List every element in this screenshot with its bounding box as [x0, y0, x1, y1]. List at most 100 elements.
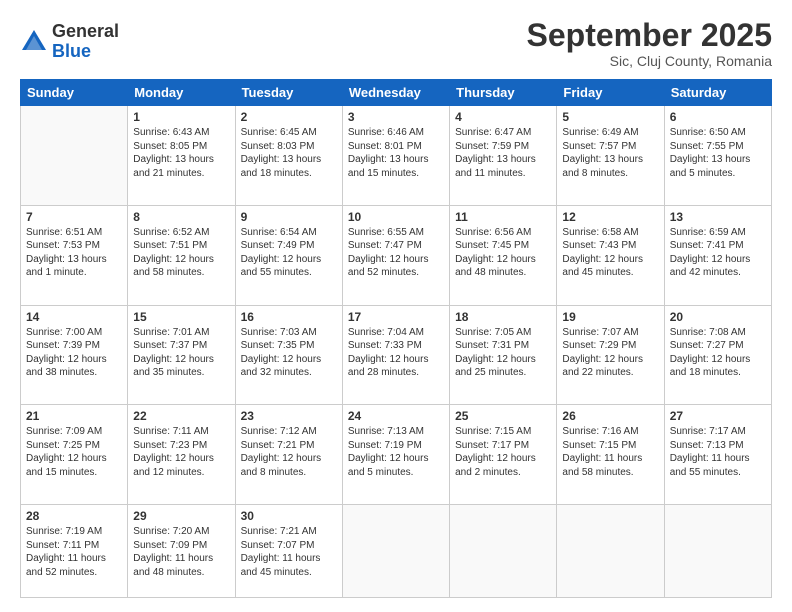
header-wednesday: Wednesday — [342, 80, 449, 106]
day-number: 2 — [241, 110, 337, 124]
week-row-1: 1Sunrise: 6:43 AM Sunset: 8:05 PM Daylig… — [21, 106, 772, 206]
calendar-cell — [450, 505, 557, 598]
logo-blue: Blue — [52, 42, 119, 62]
week-row-3: 14Sunrise: 7:00 AM Sunset: 7:39 PM Dayli… — [21, 305, 772, 405]
day-info: Sunrise: 6:51 AM Sunset: 7:53 PM Dayligh… — [26, 226, 122, 280]
day-number: 29 — [133, 509, 229, 523]
week-row-5: 28Sunrise: 7:19 AM Sunset: 7:11 PM Dayli… — [21, 505, 772, 598]
day-number: 4 — [455, 110, 551, 124]
logo-text: General Blue — [52, 22, 119, 62]
calendar-cell: 5 Sunrise: 6:49 AM Sunset: 7:57 PM Daylig… — [557, 106, 664, 206]
calendar-cell: 15Sunrise: 7:01 AM Sunset: 7:37 PM Dayli… — [128, 305, 235, 405]
day-info: Sunrise: 7:21 AM Sunset: 7:07 PM Dayligh… — [241, 525, 337, 579]
day-info: Sunrise: 7:12 AM Sunset: 7:21 PM Dayligh… — [241, 425, 337, 479]
day-number: 16 — [241, 310, 337, 324]
day-number: 18 — [455, 310, 551, 324]
calendar-cell — [557, 505, 664, 598]
header-monday: Monday — [128, 80, 235, 106]
calendar-cell: 21 Sunrise: 7:09 AM Sunset: 7:25 PM Dayli… — [21, 405, 128, 505]
calendar-cell: 26Sunrise: 7:16 AM Sunset: 7:15 PM Dayli… — [557, 405, 664, 505]
title-block: September 2025 Sic, Cluj County, Romania — [527, 18, 772, 69]
header-saturday: Saturday — [664, 80, 771, 106]
day-number: 11 — [455, 210, 551, 224]
header-sunday: Sunday — [21, 80, 128, 106]
location: Sic, Cluj County, Romania — [527, 53, 772, 69]
day-info: Sunrise: 6:54 AM Sunset: 7:49 PM Dayligh… — [241, 226, 337, 280]
day-info: Sunrise: 6:50 AM Sunset: 7:55 PM Dayligh… — [670, 126, 766, 180]
calendar-table: Sunday Monday Tuesday Wednesday Thursday… — [20, 79, 772, 598]
day-info: Sunrise: 7:09 AM Sunset: 7:25 PM Dayligh… — [26, 425, 122, 479]
calendar-cell: 24Sunrise: 7:13 AM Sunset: 7:19 PM Dayli… — [342, 405, 449, 505]
day-info: Sunrise: 7:03 AM Sunset: 7:35 PM Dayligh… — [241, 326, 337, 380]
calendar-cell: 17Sunrise: 7:04 AM Sunset: 7:33 PM Dayli… — [342, 305, 449, 405]
header-thursday: Thursday — [450, 80, 557, 106]
day-number: 13 — [670, 210, 766, 224]
day-number: 19 — [562, 310, 658, 324]
calendar-cell: 9 Sunrise: 6:54 AM Sunset: 7:49 PM Daylig… — [235, 205, 342, 305]
day-number: 7 — [26, 210, 122, 224]
day-info: Sunrise: 6:59 AM Sunset: 7:41 PM Dayligh… — [670, 226, 766, 280]
day-number: 25 — [455, 409, 551, 423]
day-info: Sunrise: 7:08 AM Sunset: 7:27 PM Dayligh… — [670, 326, 766, 380]
calendar-cell: 7 Sunrise: 6:51 AM Sunset: 7:53 PM Daylig… — [21, 205, 128, 305]
day-info: Sunrise: 7:07 AM Sunset: 7:29 PM Dayligh… — [562, 326, 658, 380]
day-info: Sunrise: 6:55 AM Sunset: 7:47 PM Dayligh… — [348, 226, 444, 280]
calendar-cell: 3Sunrise: 6:46 AM Sunset: 8:01 PM Daylig… — [342, 106, 449, 206]
calendar-cell: 2 Sunrise: 6:45 AM Sunset: 8:03 PM Daylig… — [235, 106, 342, 206]
calendar-cell: 12 Sunrise: 6:58 AM Sunset: 7:43 PM Dayli… — [557, 205, 664, 305]
header-tuesday: Tuesday — [235, 80, 342, 106]
day-number: 23 — [241, 409, 337, 423]
day-info: Sunrise: 6:43 AM Sunset: 8:05 PM Dayligh… — [133, 126, 229, 180]
week-row-2: 7 Sunrise: 6:51 AM Sunset: 7:53 PM Daylig… — [21, 205, 772, 305]
calendar-cell: 14Sunrise: 7:00 AM Sunset: 7:39 PM Dayli… — [21, 305, 128, 405]
calendar-cell — [342, 505, 449, 598]
calendar-cell: 30 Sunrise: 7:21 AM Sunset: 7:07 PM Dayli… — [235, 505, 342, 598]
logo-icon — [20, 28, 48, 56]
day-info: Sunrise: 6:58 AM Sunset: 7:43 PM Dayligh… — [562, 226, 658, 280]
day-number: 10 — [348, 210, 444, 224]
calendar-cell: 28Sunrise: 7:19 AM Sunset: 7:11 PM Dayli… — [21, 505, 128, 598]
day-number: 28 — [26, 509, 122, 523]
day-number: 15 — [133, 310, 229, 324]
calendar-cell — [21, 106, 128, 206]
day-number: 21 — [26, 409, 122, 423]
calendar-cell: 18 Sunrise: 7:05 AM Sunset: 7:31 PM Dayli… — [450, 305, 557, 405]
calendar-cell: 23 Sunrise: 7:12 AM Sunset: 7:21 PM Dayli… — [235, 405, 342, 505]
calendar-cell: 11 Sunrise: 6:56 AM Sunset: 7:45 PM Dayli… — [450, 205, 557, 305]
calendar-cell: 1Sunrise: 6:43 AM Sunset: 8:05 PM Daylig… — [128, 106, 235, 206]
day-number: 20 — [670, 310, 766, 324]
calendar-cell: 20 Sunrise: 7:08 AM Sunset: 7:27 PM Dayli… — [664, 305, 771, 405]
header-friday: Friday — [557, 80, 664, 106]
day-info: Sunrise: 6:49 AM Sunset: 7:57 PM Dayligh… — [562, 126, 658, 180]
day-info: Sunrise: 6:45 AM Sunset: 8:03 PM Dayligh… — [241, 126, 337, 180]
day-info: Sunrise: 7:00 AM Sunset: 7:39 PM Dayligh… — [26, 326, 122, 380]
day-number: 3 — [348, 110, 444, 124]
day-number: 12 — [562, 210, 658, 224]
day-info: Sunrise: 7:20 AM Sunset: 7:09 PM Dayligh… — [133, 525, 229, 579]
day-number: 30 — [241, 509, 337, 523]
day-number: 5 — [562, 110, 658, 124]
calendar-cell: 10 Sunrise: 6:55 AM Sunset: 7:47 PM Dayli… — [342, 205, 449, 305]
calendar-cell: 6 Sunrise: 6:50 AM Sunset: 7:55 PM Daylig… — [664, 106, 771, 206]
day-info: Sunrise: 6:56 AM Sunset: 7:45 PM Dayligh… — [455, 226, 551, 280]
day-info: Sunrise: 7:05 AM Sunset: 7:31 PM Dayligh… — [455, 326, 551, 380]
day-info: Sunrise: 7:15 AM Sunset: 7:17 PM Dayligh… — [455, 425, 551, 479]
day-number: 26 — [562, 409, 658, 423]
day-number: 9 — [241, 210, 337, 224]
calendar-cell: 27Sunrise: 7:17 AM Sunset: 7:13 PM Dayli… — [664, 405, 771, 505]
day-info: Sunrise: 7:17 AM Sunset: 7:13 PM Dayligh… — [670, 425, 766, 479]
calendar-cell: 8 Sunrise: 6:52 AM Sunset: 7:51 PM Daylig… — [128, 205, 235, 305]
day-number: 8 — [133, 210, 229, 224]
logo-general: General — [52, 22, 119, 42]
day-info: Sunrise: 6:52 AM Sunset: 7:51 PM Dayligh… — [133, 226, 229, 280]
week-row-4: 21 Sunrise: 7:09 AM Sunset: 7:25 PM Dayli… — [21, 405, 772, 505]
day-info: Sunrise: 7:13 AM Sunset: 7:19 PM Dayligh… — [348, 425, 444, 479]
logo: General Blue — [20, 22, 119, 62]
day-number: 6 — [670, 110, 766, 124]
calendar-cell: 22Sunrise: 7:11 AM Sunset: 7:23 PM Dayli… — [128, 405, 235, 505]
calendar-cell — [664, 505, 771, 598]
calendar-cell: 19 Sunrise: 7:07 AM Sunset: 7:29 PM Dayli… — [557, 305, 664, 405]
page-header: General Blue September 2025 Sic, Cluj Co… — [20, 18, 772, 69]
month-title: September 2025 — [527, 18, 772, 53]
day-number: 17 — [348, 310, 444, 324]
